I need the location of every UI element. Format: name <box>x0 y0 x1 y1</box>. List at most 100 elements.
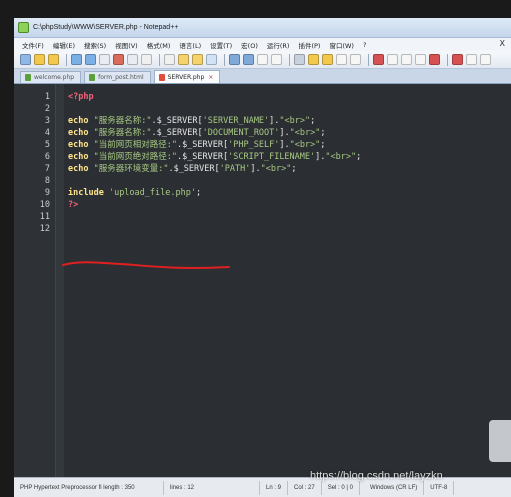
toolbar-button-icon[interactable] <box>322 54 333 65</box>
toolbar-button-icon[interactable] <box>308 54 319 65</box>
menu-item[interactable]: 编辑(E) <box>53 40 75 50</box>
toolbar-button-icon[interactable] <box>271 54 282 65</box>
toolbar-button-icon[interactable] <box>350 54 361 65</box>
toolbar-button-icon[interactable] <box>127 54 138 65</box>
toolbar-button-icon[interactable] <box>257 54 268 65</box>
toolbar-button-icon[interactable] <box>452 54 463 65</box>
toolbar-button-icon[interactable] <box>229 54 240 65</box>
title-bar[interactable]: C:\phpStudy\WWW\SERVER.php - Notepad++ <box>14 18 511 38</box>
code-line[interactable] <box>66 103 511 115</box>
file-tab[interactable]: form_post.html <box>84 71 151 83</box>
code-token: echo <box>68 164 94 174</box>
tab-bar: welcome.php form_post.html SERVER.php × <box>14 69 511 84</box>
code-area[interactable]: <?php echo "服务器名称:".$_SERVER['SERVER_NAME… <box>66 91 511 235</box>
code-line[interactable] <box>66 211 511 223</box>
code-line[interactable]: include 'upload_file.php'; <box>66 187 511 199</box>
code-token: "服务器名称:" <box>93 128 152 138</box>
menu-item[interactable]: 搜索(S) <box>84 40 106 50</box>
toolbar-button-icon[interactable] <box>48 54 59 65</box>
toolbar-separator <box>447 53 448 66</box>
line-number: 3 <box>44 116 50 126</box>
code-token: ?> <box>68 200 79 210</box>
line-number: 4 <box>44 128 50 138</box>
code-token: .$_SERVER[ <box>151 116 203 126</box>
watermark-text: https://blog.csdn.net/layzkn <box>310 470 443 482</box>
menu-item[interactable]: 运行(R) <box>267 40 290 50</box>
code-token: ]. <box>279 128 290 138</box>
code-token: ; <box>356 152 362 162</box>
toolbar-button-icon[interactable] <box>113 54 124 65</box>
toolbar-button-icon[interactable] <box>294 54 305 65</box>
code-line[interactable]: echo "服务器环境变量:".$_SERVER['PATH']."<br>"; <box>66 163 511 175</box>
code-token: ; <box>320 140 326 150</box>
toolbar-button-icon[interactable] <box>401 54 412 65</box>
toolbar-button-icon[interactable] <box>243 54 254 65</box>
menu-item[interactable]: 视图(V) <box>115 40 138 50</box>
code-line[interactable]: echo "当前网页绝对路径:".$_SERVER['SCRIPT_FILENA… <box>66 151 511 163</box>
code-line[interactable] <box>66 223 511 235</box>
code-token: echo <box>68 128 94 138</box>
code-line[interactable]: echo "服务器名称:".$_SERVER['SERVER_NAME']."<… <box>66 115 511 127</box>
menu-item[interactable]: 窗口(W) <box>329 40 354 50</box>
scroll-thumb[interactable] <box>489 420 511 462</box>
notepad-app-icon <box>18 22 29 33</box>
saved-file-icon <box>89 74 96 81</box>
toolbar-button-icon[interactable] <box>192 54 203 65</box>
toolbar-button-icon[interactable] <box>480 54 491 65</box>
line-number: 6 <box>44 152 50 162</box>
line-number: 10 <box>39 200 50 210</box>
code-line[interactable] <box>66 175 511 187</box>
menu-item[interactable]: ? <box>363 41 366 49</box>
toolbar-button-icon[interactable] <box>415 54 426 65</box>
code-token: echo <box>68 116 94 126</box>
toolbar-button-icon[interactable] <box>178 54 189 65</box>
toolbar-button-icon[interactable] <box>71 54 82 65</box>
toolbar-button-icon[interactable] <box>141 54 152 65</box>
code-token: ]. <box>269 116 280 126</box>
toolbar-button-icon[interactable] <box>466 54 477 65</box>
code-token: ]. <box>315 152 326 162</box>
toolbar-button-icon[interactable] <box>429 54 440 65</box>
toolbar-separator <box>159 53 160 66</box>
code-token: "<br>" <box>289 128 321 138</box>
status-file-type: PHP Hypertext Preprocessor fi length : 3… <box>14 480 164 495</box>
code-token: "当前网页相对路径:" <box>93 140 177 150</box>
close-document-icon[interactable]: X <box>500 39 505 48</box>
line-number-gutter: 1 2 3 4 5 6 7 8 9 10 11 12 <box>14 84 56 477</box>
line-number: 1 <box>44 92 50 102</box>
toolbar-button-icon[interactable] <box>34 54 45 65</box>
toolbar-button-icon[interactable] <box>20 54 31 65</box>
saved-file-icon <box>25 74 31 81</box>
menu-item[interactable]: 宏(O) <box>241 40 258 50</box>
code-editor[interactable]: 1 2 3 4 5 6 7 8 9 10 11 12 <?php echo "服务器名称:".$_SER… <box>14 84 511 477</box>
code-line[interactable]: ?> <box>66 199 511 211</box>
toolbar-button-icon[interactable] <box>206 54 217 65</box>
toolbar-button-icon[interactable] <box>85 54 96 65</box>
menu-item[interactable]: 插件(P) <box>298 40 320 50</box>
tab-close-icon[interactable]: × <box>208 74 213 81</box>
code-token: .$_SERVER[ <box>176 140 229 150</box>
code-token: 'DOCUMENT_ROOT' <box>202 128 280 138</box>
code-line[interactable]: <?php <box>66 91 511 103</box>
toolbar-button-icon[interactable] <box>336 54 347 65</box>
code-line[interactable]: echo "服务器名称:".$_SERVER['DOCUMENT_ROOT'].… <box>66 127 511 139</box>
tab-label: SERVER.php <box>167 73 205 81</box>
toolbar-button-icon[interactable] <box>99 54 110 65</box>
toolbar-button-icon[interactable] <box>373 54 384 65</box>
tab-label: welcome.php <box>34 74 75 81</box>
fold-margin[interactable] <box>56 84 64 477</box>
status-sel: Sel : 0 | 0 <box>322 480 360 495</box>
file-tab[interactable]: SERVER.php × <box>153 70 221 83</box>
toolbar-button-icon[interactable] <box>387 54 398 65</box>
toolbar-button-icon[interactable] <box>164 54 175 65</box>
status-col: Col : 27 <box>288 480 322 495</box>
code-token: 'upload_file.php' <box>108 188 196 198</box>
status-ln: Ln : 9 <box>260 480 289 495</box>
menu-item[interactable]: 语言(L) <box>179 40 201 50</box>
toolbar-separator <box>66 53 67 66</box>
menu-item[interactable]: 格式(M) <box>147 40 171 50</box>
menu-item[interactable]: 文件(F) <box>22 40 44 50</box>
code-line[interactable]: echo "当前网页相对路径:".$_SERVER['PHP_SELF']."<… <box>66 139 511 151</box>
menu-item[interactable]: 设置(T) <box>210 40 232 50</box>
file-tab[interactable]: welcome.php <box>20 71 82 83</box>
